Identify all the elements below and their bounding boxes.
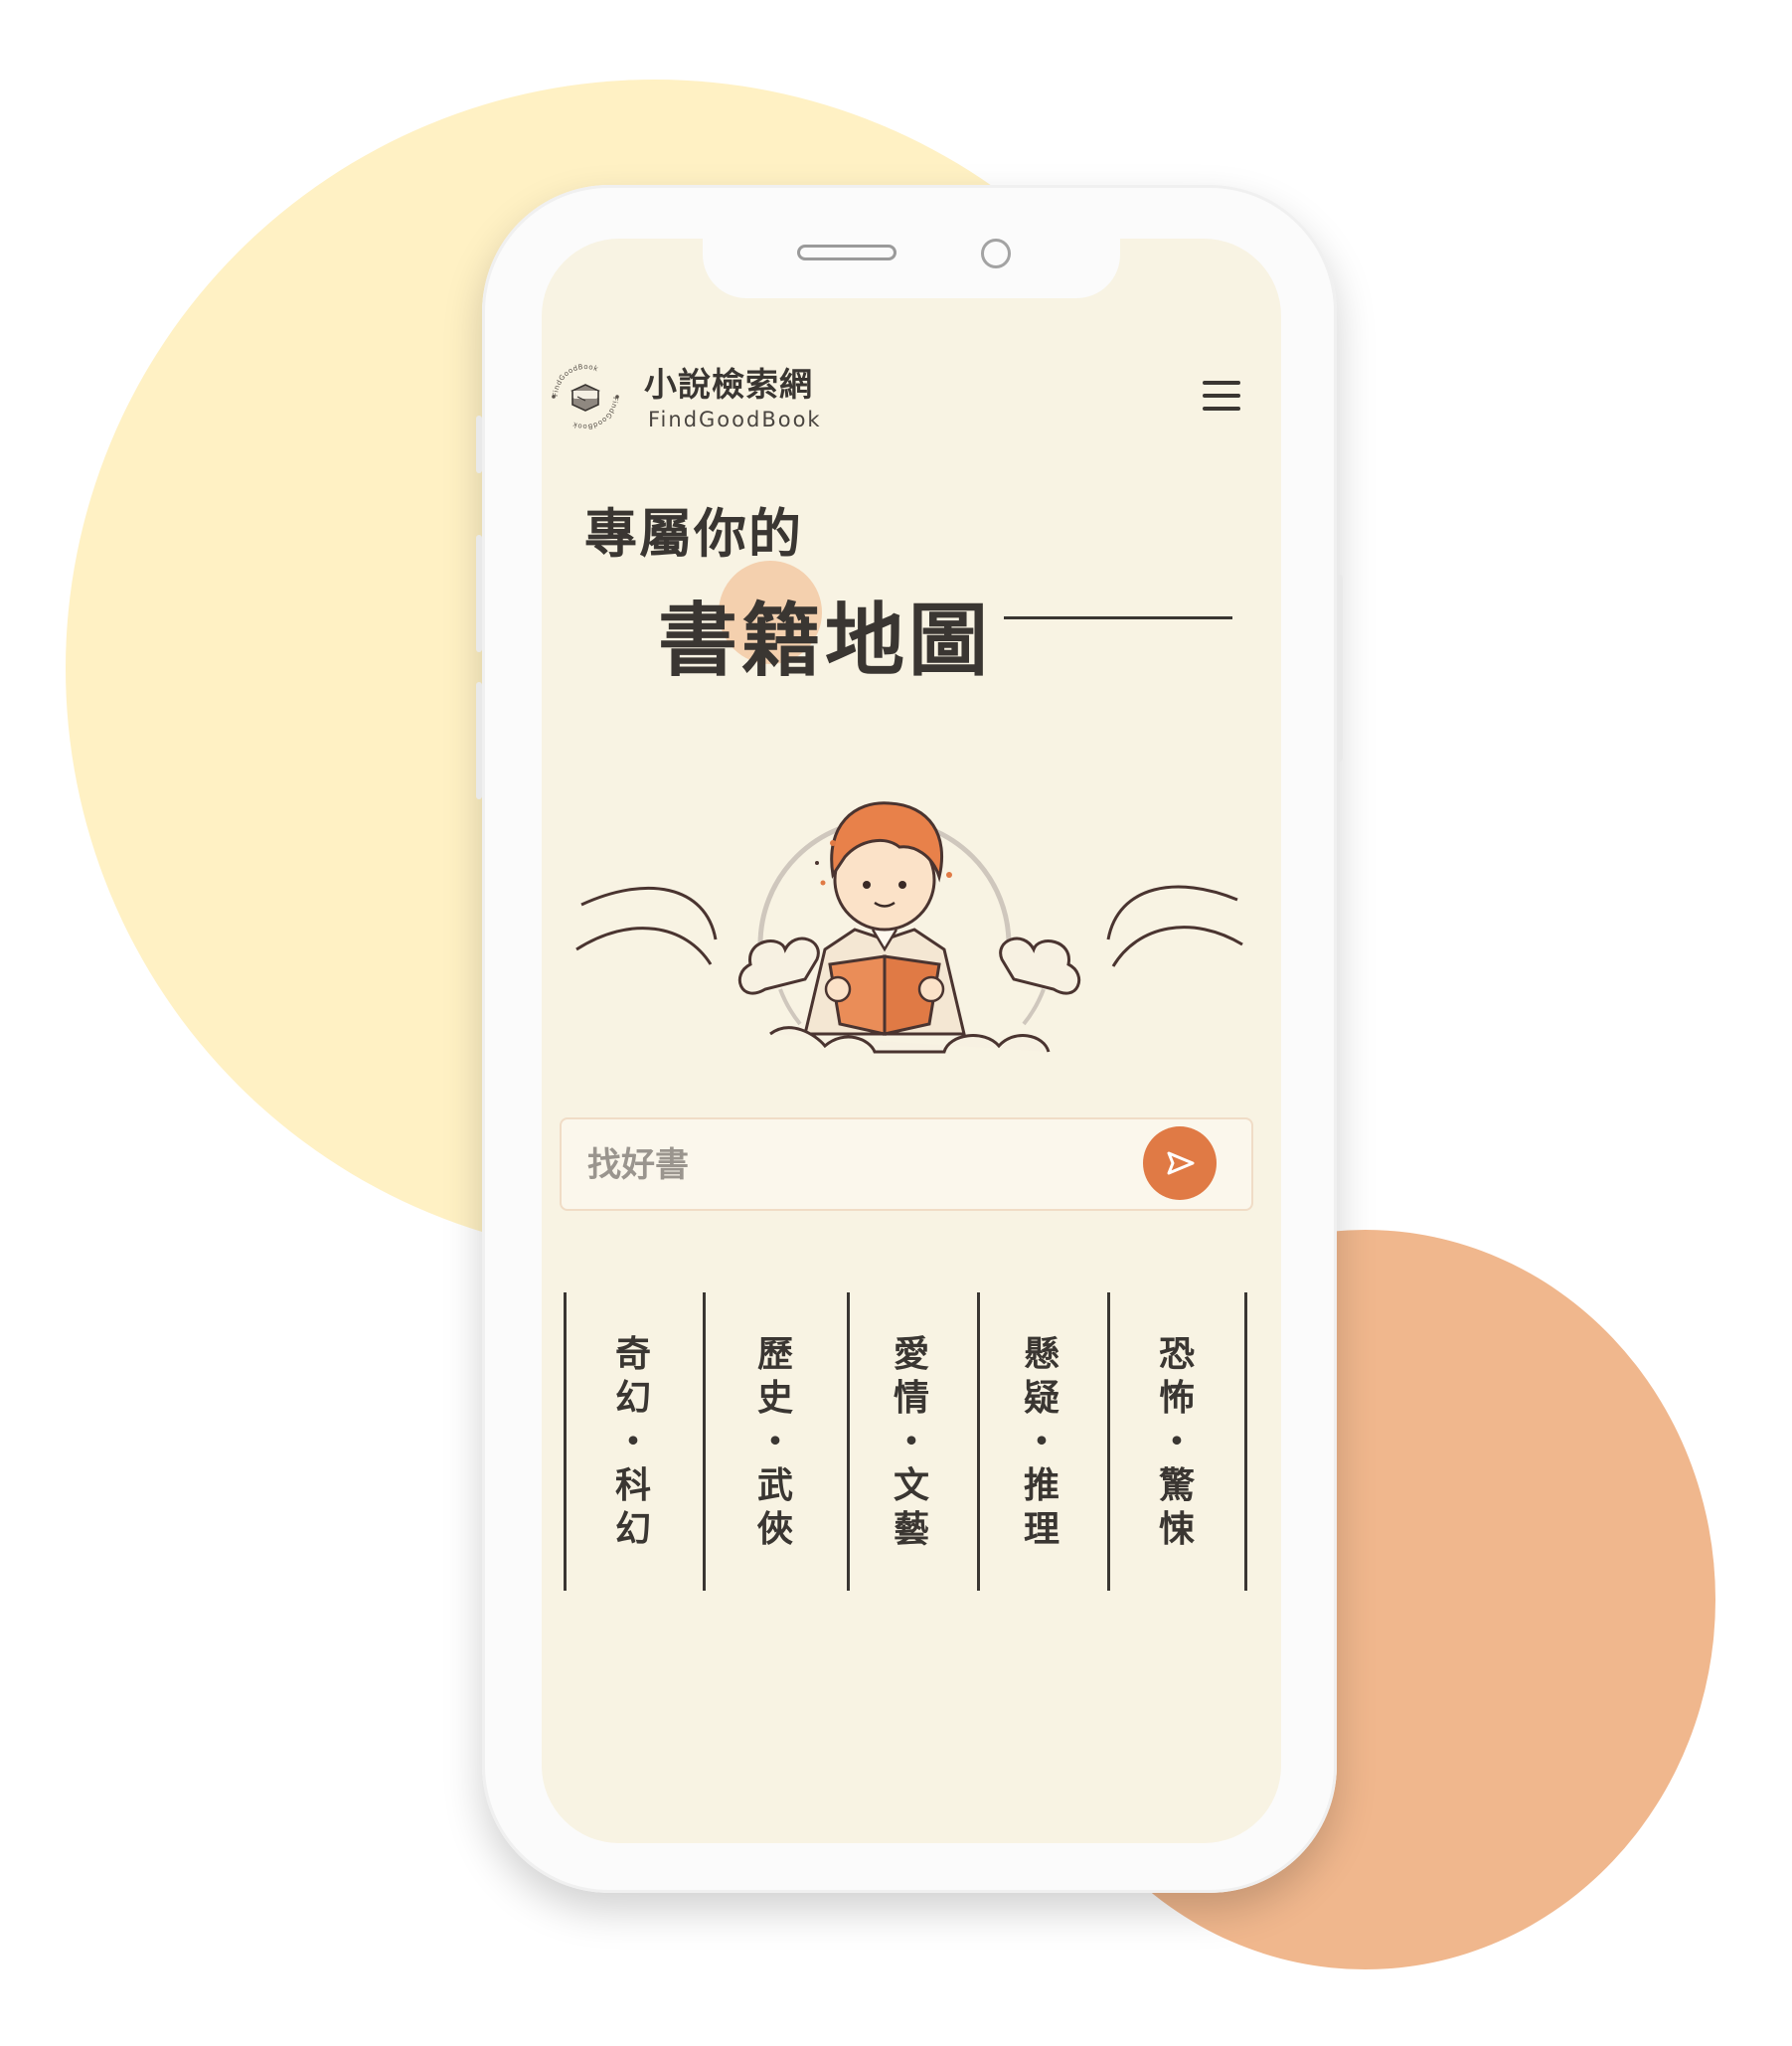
genre-mystery-detective[interactable]: 懸疑・推理	[1012, 1332, 1071, 1551]
phone-power-button	[1337, 575, 1343, 762]
phone-mute-switch	[476, 416, 482, 473]
hero-divider-line	[1004, 616, 1232, 619]
genre-divider	[1244, 1292, 1247, 1591]
send-arrow-icon	[1167, 1151, 1195, 1175]
phone-volume-down	[476, 682, 482, 799]
brand-name: 小說檢索網	[644, 365, 813, 404]
boy-reading-book-illustration	[575, 801, 1243, 1054]
genre-history-martial-arts[interactable]: 歷史・武俠	[745, 1332, 805, 1551]
genre-divider	[1107, 1292, 1110, 1591]
search-input[interactable]	[585, 1133, 1146, 1197]
genre-list: 奇幻・科幻 歷史・武俠 愛情・文藝 懸疑・推理 恐怖・驚悚	[564, 1292, 1247, 1591]
genre-romance-literary[interactable]: 愛情・文藝	[882, 1332, 941, 1551]
genre-divider	[564, 1292, 567, 1591]
genre-divider	[977, 1292, 980, 1591]
phone-speaker	[797, 245, 896, 260]
hero-title-line2: 書籍地圖	[658, 594, 992, 687]
genre-divider	[847, 1292, 850, 1591]
book-stack-logo-icon[interactable]: FindGoodBook FindGoodBook	[550, 361, 621, 432]
genre-fantasy-scifi[interactable]: 奇幻・科幻	[603, 1332, 663, 1551]
search-submit-button[interactable]	[1143, 1126, 1217, 1200]
phone-camera	[981, 239, 1011, 268]
hamburger-menu-icon[interactable]	[1203, 381, 1240, 411]
genre-horror-thriller[interactable]: 恐怖・驚悚	[1147, 1332, 1207, 1551]
phone-volume-up	[476, 535, 482, 652]
brand-subtitle: FindGoodBook	[648, 408, 822, 431]
genre-divider	[703, 1292, 706, 1591]
phone-notch	[703, 239, 1120, 298]
hero-title-line1: 專屬你的	[584, 503, 803, 565]
